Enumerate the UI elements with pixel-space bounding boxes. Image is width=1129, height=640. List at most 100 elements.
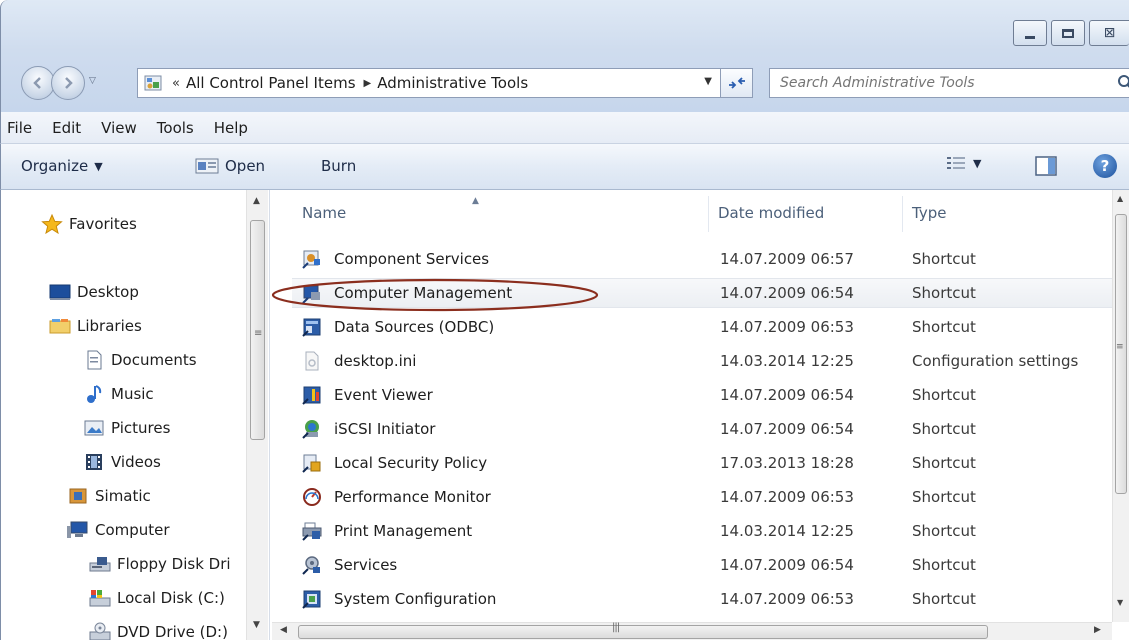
menu-edit[interactable]: Edit bbox=[42, 119, 91, 137]
address-bar[interactable]: « All Control Panel Items ▶ Administrati… bbox=[137, 68, 721, 98]
arrow-right-icon bbox=[65, 77, 73, 89]
maximize-icon bbox=[1062, 28, 1074, 38]
file-type: Shortcut bbox=[912, 590, 976, 608]
navigation-pane-scrollbar[interactable]: ▲ ≡ ▼ bbox=[246, 190, 268, 640]
column-divider[interactable] bbox=[708, 196, 709, 232]
column-header-date-modified[interactable]: Date modified bbox=[718, 190, 824, 236]
table-row[interactable]: desktop.ini 14.03.2014 12:25 Configurati… bbox=[292, 346, 1112, 376]
minimize-icon bbox=[1025, 35, 1035, 39]
nav-item-libraries[interactable]: Libraries bbox=[49, 316, 142, 336]
open-button[interactable]: Open bbox=[195, 157, 265, 175]
nav-item-dvd-drive[interactable]: DVD Drive (D:) bbox=[89, 622, 228, 640]
menu-view[interactable]: View bbox=[91, 119, 147, 137]
table-row[interactable]: Local Security Policy 17.03.2013 18:28 S… bbox=[292, 448, 1112, 478]
table-row[interactable]: Event Viewer 14.07.2009 06:54 Shortcut bbox=[292, 380, 1112, 410]
table-row[interactable]: Data Sources (ODBC) 14.07.2009 06:53 Sho… bbox=[292, 312, 1112, 342]
nav-item-local-disk[interactable]: Local Disk (C:) bbox=[89, 588, 225, 608]
close-button[interactable]: ⊠ bbox=[1089, 20, 1129, 46]
nav-item-simatic[interactable]: Simatic bbox=[67, 486, 151, 506]
nav-item-music[interactable]: Music bbox=[83, 384, 154, 404]
desktop-icon bbox=[49, 284, 71, 300]
column-header-type[interactable]: Type bbox=[912, 190, 946, 236]
file-list-horizontal-scrollbar[interactable]: ◀ ||| ▶ bbox=[272, 622, 1112, 640]
table-row[interactable]: System Configuration 14.07.2009 06:53 Sh… bbox=[292, 584, 1112, 614]
breadcrumb-all-control-panel-items[interactable]: All Control Panel Items bbox=[186, 74, 356, 92]
table-row[interactable]: Computer Management 14.07.2009 06:54 Sho… bbox=[292, 278, 1112, 308]
forward-button[interactable] bbox=[51, 66, 85, 100]
search-box bbox=[769, 68, 1129, 98]
file-name: Event Viewer bbox=[334, 386, 433, 404]
open-label: Open bbox=[225, 157, 266, 175]
file-date: 14.03.2014 12:25 bbox=[720, 522, 854, 540]
nav-item-documents[interactable]: Documents bbox=[83, 350, 197, 370]
column-header-name[interactable]: Name bbox=[302, 190, 346, 236]
menu-help[interactable]: Help bbox=[204, 119, 258, 137]
file-list: ▲ Name Date modified Type Component Serv… bbox=[272, 190, 1112, 622]
nav-item-desktop[interactable]: Desktop bbox=[49, 282, 139, 302]
file-type: Shortcut bbox=[912, 556, 976, 574]
nav-label: Local Disk (C:) bbox=[117, 589, 225, 607]
file-type: Shortcut bbox=[912, 488, 976, 506]
navigation-pane: Favorites Desktop Libraries Documents Mu… bbox=[0, 190, 270, 640]
help-icon[interactable]: ? bbox=[1093, 154, 1117, 178]
nav-item-favorites[interactable]: Favorites bbox=[41, 214, 137, 234]
file-type: Shortcut bbox=[912, 250, 976, 268]
menu-file[interactable]: File bbox=[1, 119, 42, 137]
organize-button[interactable]: Organize ▼ bbox=[21, 157, 103, 175]
minimize-button[interactable] bbox=[1013, 20, 1047, 46]
scroll-up-icon[interactable]: ▲ bbox=[1117, 194, 1123, 203]
menu-tools[interactable]: Tools bbox=[147, 119, 204, 137]
details-view-icon bbox=[947, 157, 965, 169]
table-row[interactable]: Component Services 14.07.2009 06:57 Shor… bbox=[292, 244, 1112, 274]
scroll-left-icon[interactable]: ◀ bbox=[280, 625, 287, 635]
breadcrumb-separator-icon[interactable]: ▶ bbox=[364, 78, 372, 89]
nav-item-computer[interactable]: Computer bbox=[67, 520, 170, 540]
column-divider[interactable] bbox=[902, 196, 903, 232]
address-dropdown-icon[interactable]: ▼ bbox=[704, 76, 712, 87]
breadcrumb-administrative-tools[interactable]: Administrative Tools bbox=[377, 74, 528, 92]
file-name: Services bbox=[334, 556, 398, 574]
system-configuration-icon bbox=[302, 590, 321, 609]
preview-pane-icon[interactable] bbox=[1035, 156, 1057, 176]
scroll-down-icon[interactable]: ▼ bbox=[253, 620, 260, 630]
file-date: 14.07.2009 06:53 bbox=[720, 590, 854, 608]
scroll-thumb[interactable] bbox=[298, 625, 988, 639]
caption-buttons: ⊠ bbox=[1009, 20, 1129, 46]
close-icon: ⊠ bbox=[1103, 25, 1116, 41]
scroll-up-icon[interactable]: ▲ bbox=[253, 196, 260, 206]
file-date: 14.07.2009 06:54 bbox=[720, 284, 854, 302]
burn-button[interactable]: Burn bbox=[321, 157, 356, 175]
file-name: Component Services bbox=[334, 250, 490, 268]
search-input[interactable] bbox=[770, 70, 1116, 96]
table-row[interactable]: Services 14.07.2009 06:54 Shortcut bbox=[292, 550, 1112, 580]
nav-item-floppy-disk[interactable]: Floppy Disk Dri bbox=[89, 554, 231, 574]
nav-item-pictures[interactable]: Pictures bbox=[83, 418, 170, 438]
scroll-down-icon[interactable]: ▼ bbox=[1117, 598, 1123, 607]
scroll-thumb[interactable] bbox=[1115, 214, 1127, 494]
menu-bar: File Edit View Tools Help bbox=[0, 112, 1129, 144]
star-icon bbox=[41, 214, 63, 234]
nav-item-videos[interactable]: Videos bbox=[83, 452, 161, 472]
table-row[interactable]: iSCSI Initiator 14.07.2009 06:54 Shortcu… bbox=[292, 414, 1112, 444]
file-name: System Configuration bbox=[334, 590, 497, 608]
search-icon[interactable] bbox=[1116, 73, 1129, 93]
iscsi-initiator-icon bbox=[302, 420, 319, 439]
maximize-button[interactable] bbox=[1051, 20, 1085, 46]
command-bar: Organize ▼ Open Burn ▼ ? bbox=[0, 144, 1129, 190]
address-overflow-chevron[interactable]: « bbox=[172, 76, 180, 91]
film-strip-icon bbox=[86, 454, 102, 470]
file-type: Shortcut bbox=[912, 420, 976, 438]
music-note-icon bbox=[87, 385, 102, 403]
file-date: 14.03.2014 12:25 bbox=[720, 352, 854, 370]
refresh-button[interactable] bbox=[721, 68, 753, 98]
file-list-vertical-scrollbar[interactable]: ▲ ≡ ▼ bbox=[1112, 190, 1129, 622]
dvd-drive-icon bbox=[89, 622, 111, 640]
back-button[interactable] bbox=[21, 66, 55, 100]
scroll-right-icon[interactable]: ▶ bbox=[1094, 625, 1101, 635]
table-row[interactable]: Print Management 14.03.2014 12:25 Shortc… bbox=[292, 516, 1112, 546]
change-view-button[interactable]: ▼ bbox=[947, 156, 981, 170]
table-row[interactable]: Performance Monitor 14.07.2009 06:53 Sho… bbox=[292, 482, 1112, 512]
file-date: 14.07.2009 06:54 bbox=[720, 386, 854, 404]
settings-file-icon bbox=[305, 351, 319, 371]
recent-pages-dropdown-icon[interactable]: ▽ bbox=[89, 76, 96, 86]
